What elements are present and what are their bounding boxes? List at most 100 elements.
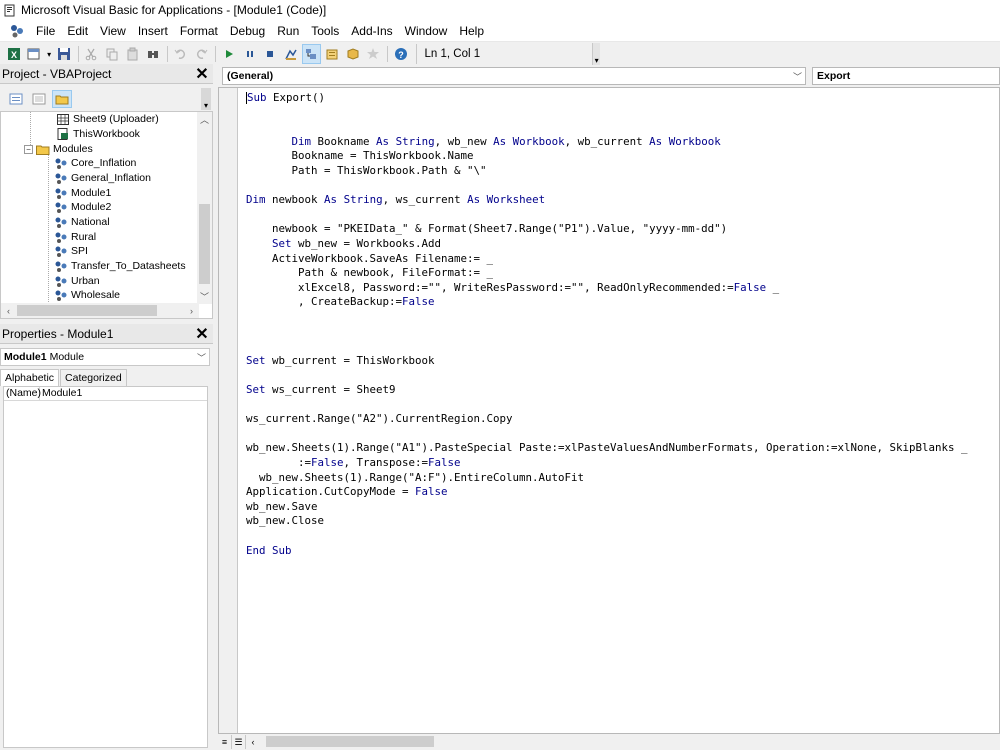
code-line[interactable]: wb_new.Save bbox=[246, 500, 318, 514]
help-icon[interactable]: ? bbox=[391, 44, 411, 64]
tree-item[interactable]: Rural bbox=[54, 230, 96, 245]
copy-icon[interactable] bbox=[102, 44, 122, 64]
scroll-thumb[interactable] bbox=[17, 305, 157, 316]
view-object-icon[interactable] bbox=[29, 90, 49, 108]
tree-item[interactable]: Module2 bbox=[54, 200, 111, 215]
vba-menu-icon[interactable] bbox=[8, 22, 26, 40]
chevron-left-icon[interactable]: ‹ bbox=[246, 735, 260, 749]
chevron-down-icon[interactable]: ﹀ bbox=[197, 289, 212, 304]
tree-item[interactable]: Core_Inflation bbox=[54, 156, 136, 171]
object-selector[interactable]: Module1 Module ﹀ bbox=[0, 348, 210, 366]
code-line[interactable]: xlExcel8, Password:="", WriteResPassword… bbox=[246, 281, 779, 295]
tree-item-label: Modules bbox=[53, 143, 93, 156]
procedure-combo[interactable]: Export bbox=[812, 67, 1000, 85]
run-icon[interactable] bbox=[219, 44, 239, 64]
toolbar-separator bbox=[77, 46, 79, 62]
code-line[interactable]: Path = ThisWorkbook.Path & "\" bbox=[246, 164, 487, 178]
break-icon[interactable] bbox=[240, 44, 260, 64]
tree-vertical-scrollbar[interactable]: ︿ ﹀ bbox=[197, 112, 212, 304]
menu-window[interactable]: Window bbox=[399, 24, 454, 38]
code-line[interactable]: :=False, Transpose:=False bbox=[246, 456, 461, 470]
tree-item[interactable]: Transfer_To_Datasheets bbox=[54, 259, 186, 274]
menu-run[interactable]: Run bbox=[271, 24, 305, 38]
tab-alphabetic[interactable]: Alphabetic bbox=[0, 369, 60, 386]
tab-categorized[interactable]: Categorized bbox=[60, 369, 127, 386]
reset-icon[interactable] bbox=[260, 44, 280, 64]
toggle-folders-icon[interactable] bbox=[52, 89, 72, 108]
code-line[interactable]: Dim Bookname As String, wb_new As Workbo… bbox=[246, 135, 721, 149]
code-line[interactable]: Sub Export() bbox=[246, 91, 325, 105]
object-combo[interactable]: (General) ﹀ bbox=[222, 67, 806, 85]
tree-item[interactable]: − Modules bbox=[24, 142, 93, 157]
tree-item[interactable]: General_Inflation bbox=[54, 171, 151, 186]
find-icon[interactable] bbox=[143, 44, 163, 64]
redo-icon[interactable] bbox=[192, 44, 212, 64]
save-icon[interactable] bbox=[54, 44, 74, 64]
code-line[interactable]: Set wb_new = Workbooks.Add bbox=[246, 237, 441, 251]
code-line[interactable]: Path & newbook, FileFormat:= _ bbox=[246, 266, 493, 280]
tree-item[interactable]: ThisWorkbook bbox=[56, 127, 140, 142]
chevron-up-icon[interactable]: ︿ bbox=[197, 112, 212, 127]
code-line[interactable]: Set wb_current = ThisWorkbook bbox=[246, 354, 435, 368]
code-line[interactable]: Set ws_current = Sheet9 bbox=[246, 383, 396, 397]
menu-debug[interactable]: Debug bbox=[224, 24, 271, 38]
object-browser-icon[interactable] bbox=[343, 44, 363, 64]
chevron-right-icon[interactable]: › bbox=[184, 303, 199, 318]
property-row[interactable]: (Name) Module1 bbox=[4, 387, 207, 401]
close-icon[interactable]: ✕ bbox=[193, 65, 211, 83]
menu-view[interactable]: View bbox=[94, 24, 132, 38]
scroll-thumb[interactable] bbox=[199, 204, 210, 284]
code-line[interactable]: Dim newbook As String, ws_current As Wor… bbox=[246, 193, 545, 207]
menu-file[interactable]: File bbox=[30, 24, 61, 38]
project-explorer-icon[interactable] bbox=[301, 44, 322, 64]
code-line[interactable]: Application.CutCopyMode = False bbox=[246, 485, 448, 499]
insert-module-icon[interactable] bbox=[25, 44, 45, 64]
margin-indicator-bar[interactable] bbox=[219, 88, 238, 733]
chevron-down-icon[interactable]: ﹀ bbox=[197, 351, 206, 364]
tree-horizontal-scrollbar[interactable]: ‹ › bbox=[1, 303, 199, 318]
pane-splitter[interactable] bbox=[213, 66, 217, 750]
menu-insert[interactable]: Insert bbox=[132, 24, 174, 38]
standard-toolbar: X ▾ ? Ln 1, Col 1 ▾ bbox=[0, 42, 601, 66]
tree-item[interactable]: National bbox=[54, 215, 110, 230]
excel-view-icon[interactable]: X bbox=[4, 44, 24, 64]
chevron-down-icon[interactable]: ﹀ bbox=[793, 70, 802, 83]
chevron-left-icon[interactable]: ‹ bbox=[1, 303, 16, 318]
procedure-view-icon[interactable]: ≡ bbox=[218, 735, 232, 749]
undo-icon[interactable] bbox=[171, 44, 191, 64]
code-line[interactable]: End Sub bbox=[246, 544, 292, 558]
menu-edit[interactable]: Edit bbox=[61, 24, 94, 38]
tree-item[interactable]: Sheet9 (Uploader) bbox=[56, 112, 159, 127]
code-line[interactable]: newbook = "PKEIData_" & Format(Sheet7.Ra… bbox=[246, 222, 727, 236]
code-horizontal-scroll-thumb[interactable] bbox=[266, 736, 434, 747]
cut-icon[interactable] bbox=[82, 44, 102, 64]
tree-item[interactable]: Module1 bbox=[54, 186, 111, 201]
menu-format[interactable]: Format bbox=[174, 24, 224, 38]
close-icon[interactable]: ✕ bbox=[193, 325, 211, 343]
code-line[interactable]: , CreateBackup:=False bbox=[246, 295, 435, 309]
toolbar-options-icon[interactable]: ▾ bbox=[592, 43, 601, 65]
dropdown-arrow-icon[interactable]: ▾ bbox=[45, 44, 53, 64]
property-value[interactable]: Module1 bbox=[40, 387, 82, 400]
tree-item[interactable]: Wholesale bbox=[54, 288, 120, 303]
toolbox-icon[interactable] bbox=[363, 44, 383, 64]
tree-item[interactable]: SPI bbox=[54, 244, 88, 259]
view-code-icon[interactable] bbox=[6, 90, 26, 108]
code-line[interactable]: wb_new.Close bbox=[246, 514, 324, 528]
code-line[interactable]: wb_new.Sheets(1).Range("A1").PasteSpecia… bbox=[246, 441, 968, 455]
collapse-icon[interactable]: − bbox=[24, 144, 33, 154]
full-module-view-icon[interactable]: ☰ bbox=[232, 735, 246, 749]
tree-item[interactable]: Urban bbox=[54, 274, 100, 289]
paste-icon[interactable] bbox=[123, 44, 143, 64]
menu-tools[interactable]: Tools bbox=[305, 24, 345, 38]
code-editor[interactable]: Sub Export() Dim Bookname As String, wb_… bbox=[218, 87, 1000, 734]
code-line[interactable]: Bookname = ThisWorkbook.Name bbox=[246, 149, 474, 163]
design-mode-icon[interactable] bbox=[281, 44, 301, 64]
project-toolbar-options-icon[interactable]: ▾ bbox=[201, 87, 211, 110]
menu-add-ins[interactable]: Add-Ins bbox=[345, 24, 398, 38]
code-line[interactable]: ws_current.Range("A2").CurrentRegion.Cop… bbox=[246, 412, 513, 426]
code-line[interactable]: ActiveWorkbook.SaveAs Filename:= _ bbox=[246, 252, 493, 266]
properties-window-icon[interactable] bbox=[322, 44, 342, 64]
code-line[interactable]: wb_new.Sheets(1).Range("A:F").EntireColu… bbox=[246, 471, 584, 485]
menu-help[interactable]: Help bbox=[453, 24, 490, 38]
